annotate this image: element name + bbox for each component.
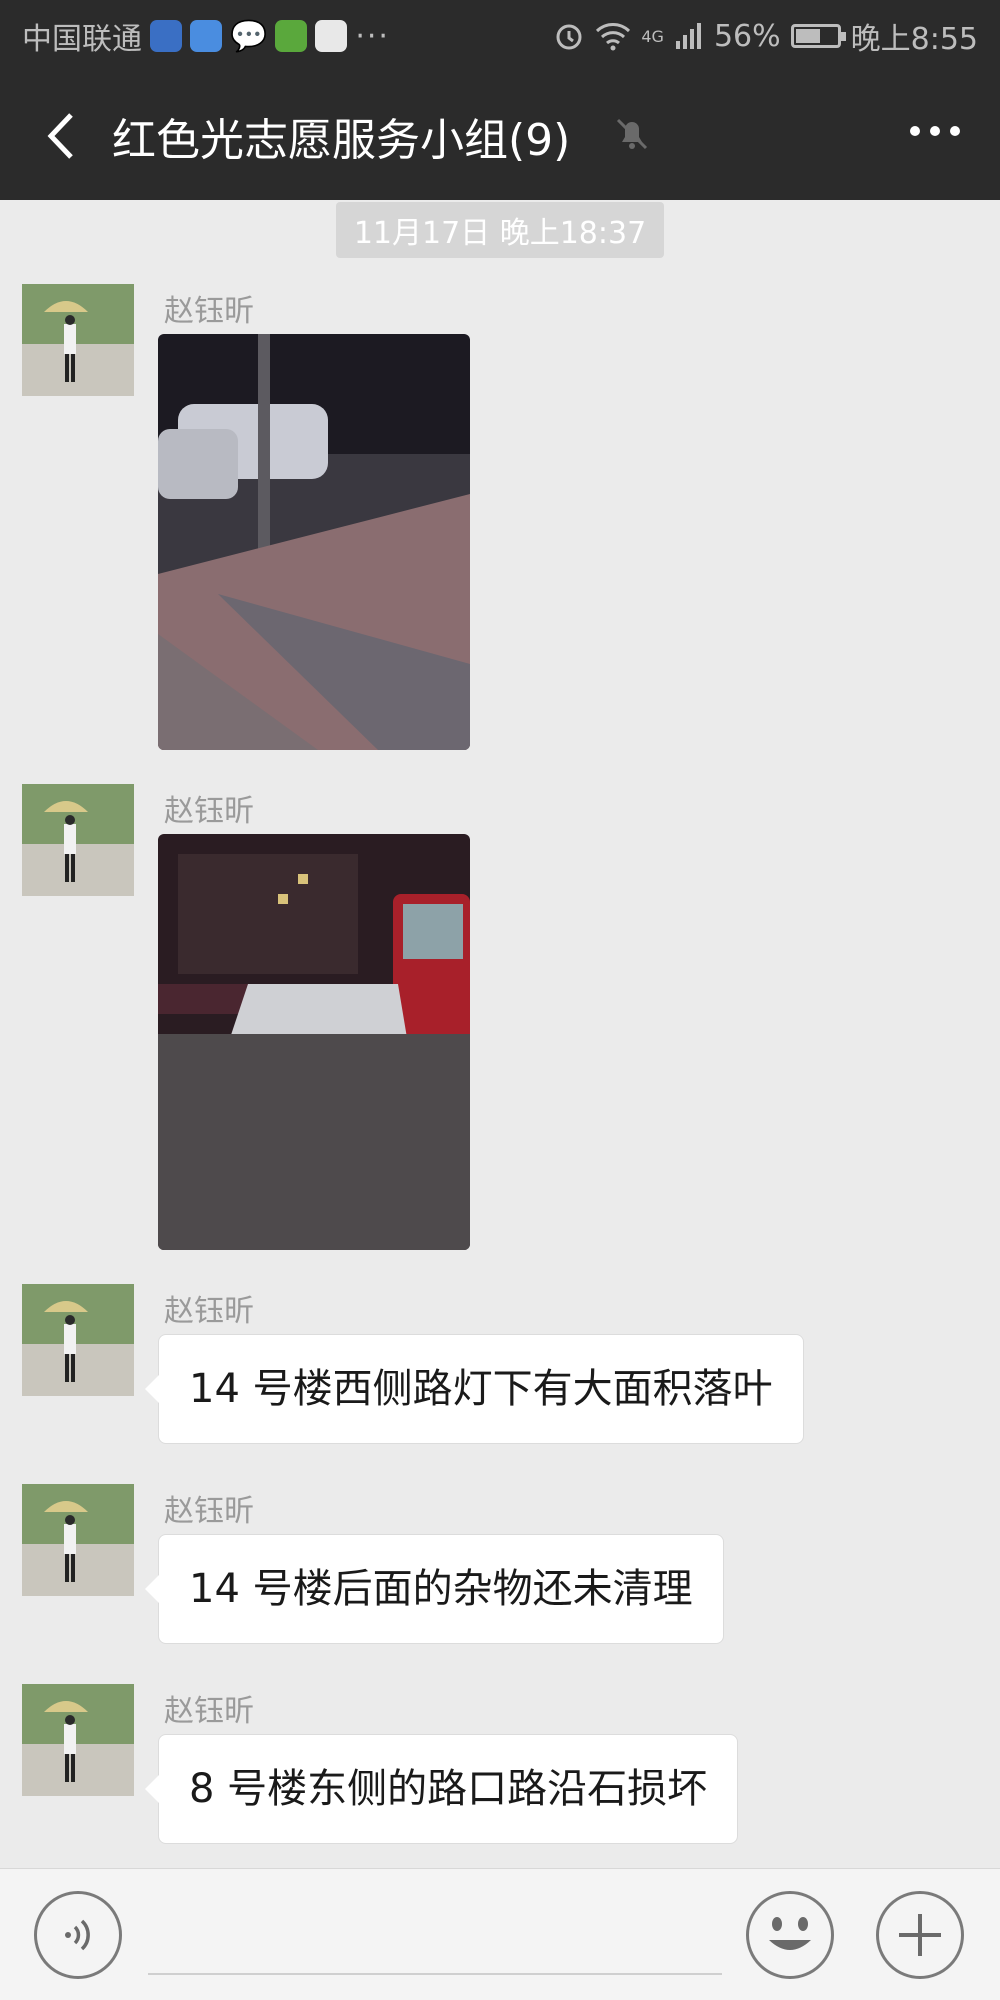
sender-name: 赵钰昕: [164, 1494, 254, 1529]
avatar-image: [22, 284, 134, 396]
more-button[interactable]: [910, 126, 960, 136]
avatar-image: [22, 784, 134, 896]
status-left: 中国联通 💬 ···: [22, 14, 390, 58]
plus-button[interactable]: [876, 1891, 964, 1979]
image-message[interactable]: [158, 834, 470, 1250]
sender-name: 赵钰昕: [164, 794, 254, 829]
avatar[interactable]: [22, 284, 134, 396]
more-icon-dot: [930, 126, 940, 136]
back-chevron-icon: [47, 113, 73, 159]
message-timestamp: 11月17日 晚上18:37: [335, 202, 665, 258]
avatar[interactable]: [22, 1484, 134, 1596]
night-debris-photo: [158, 834, 470, 1250]
input-bar: [0, 1868, 1000, 2000]
shield-app-icon: [150, 20, 182, 52]
avatar-image: [22, 1284, 134, 1396]
avatar-image: [22, 1484, 134, 1596]
avatar[interactable]: [22, 1684, 134, 1796]
more-icon-dot: [910, 126, 920, 136]
browser-app-icon: [315, 20, 348, 52]
emoji-button[interactable]: [746, 1891, 834, 1979]
text-message-bubble[interactable]: 14 号楼西侧路灯下有大面积落叶: [145, 1334, 804, 1444]
back-button[interactable]: [30, 106, 90, 166]
mute-bell-icon: [616, 118, 648, 150]
battery-icon: [790, 24, 846, 48]
voice-button[interactable]: [34, 1891, 122, 1979]
green-app-icon: [275, 20, 308, 52]
status-right: 4G 56% 晚上8:55: [553, 14, 978, 58]
link-app-icon: [190, 20, 222, 52]
avatar[interactable]: [22, 1284, 134, 1396]
emoji-icon: [769, 1917, 811, 1950]
text-message-bubble[interactable]: 14 号楼后面的杂物还未清理: [145, 1534, 724, 1644]
chat-header: 红色光志愿服务小组(9): [0, 68, 1000, 200]
text-message-bubble[interactable]: 8 号楼东侧的路口路沿石损坏: [144, 1734, 739, 1844]
alarm-icon: [556, 24, 582, 50]
wifi-icon: [596, 23, 631, 51]
chat-title: 红色光志愿服务小组(9): [112, 115, 571, 166]
status-bar: 中国联通 💬 ··· 4G 56% 晚上8:55: [0, 0, 1000, 68]
sender-name: 赵钰昕: [164, 1294, 254, 1329]
signal-icon: [675, 23, 701, 49]
sender-name: 赵钰昕: [164, 294, 254, 329]
network-type-label: 4G: [641, 26, 664, 46]
chat-bubble-icon: 💬: [230, 18, 268, 54]
message-input[interactable]: [148, 1893, 722, 1975]
more-icon-dot: [950, 126, 960, 136]
clock-label: 晚上8:55: [850, 22, 978, 57]
voice-icon: [65, 1919, 90, 1951]
carrier-label: 中国联通: [22, 22, 142, 57]
avatar[interactable]: [22, 784, 134, 896]
night-street-leaves-photo: [158, 334, 470, 750]
image-message[interactable]: [158, 334, 470, 750]
sender-name: 赵钰昕: [164, 1694, 254, 1729]
more-notifications-icon: ···: [355, 18, 390, 54]
plus-icon: [899, 1914, 941, 1956]
battery-percent-label: 56%: [713, 18, 781, 54]
avatar-image: [22, 1684, 134, 1796]
timestamp-row: 11月17日 晚上18:37: [0, 200, 1000, 258]
